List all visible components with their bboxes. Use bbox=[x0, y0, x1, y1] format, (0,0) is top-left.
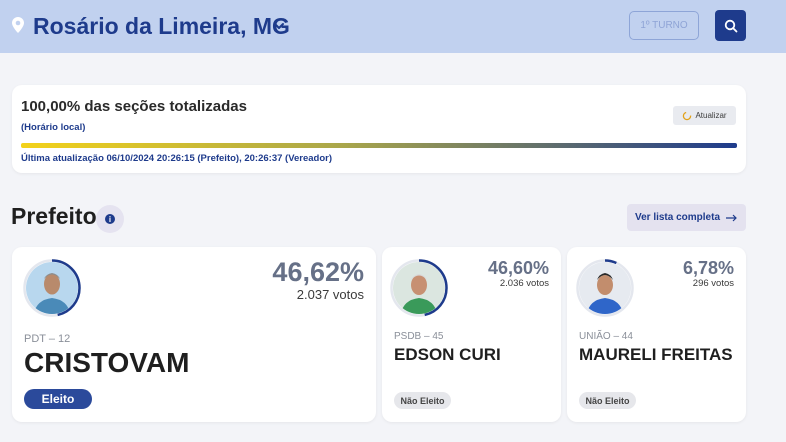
refresh-button[interactable]: Atualizar bbox=[673, 106, 736, 125]
chevron-down-icon[interactable] bbox=[272, 19, 286, 33]
last-update-text: Última atualização 06/10/2024 20:26:15 (… bbox=[21, 153, 333, 164]
candidate-photo bbox=[393, 262, 445, 314]
refresh-icon bbox=[683, 111, 692, 120]
vote-count: 2.037 votos bbox=[296, 287, 364, 302]
candidate-card[interactable]: 46,62% 2.037 votos PDT – 12 CRISTOVAM El… bbox=[12, 247, 376, 422]
not-elected-badge: Não Eleito bbox=[579, 392, 636, 409]
refresh-label: Atualizar bbox=[695, 111, 727, 120]
vote-percentage: 46,62% bbox=[272, 257, 364, 287]
candidate-name: CRISTOVAM bbox=[24, 347, 190, 378]
top-header: Rosário da Limeira, MG 1º TURNO bbox=[0, 0, 786, 53]
full-list-label: Ver lista completa bbox=[634, 212, 721, 223]
not-elected-badge: Não Eleito bbox=[394, 392, 451, 409]
status-timezone-note: (Horário local) bbox=[21, 122, 86, 133]
full-list-button[interactable]: Ver lista completa bbox=[627, 204, 746, 231]
location-pin-icon bbox=[12, 17, 24, 33]
search-button[interactable] bbox=[715, 10, 746, 41]
vote-percentage: 46,60% bbox=[487, 258, 549, 278]
candidate-photo bbox=[26, 262, 78, 314]
party-number: UNIÃO – 44 bbox=[579, 331, 633, 342]
party-number: PSDB – 45 bbox=[394, 331, 444, 342]
round-button[interactable]: 1º TURNO bbox=[629, 11, 699, 40]
elected-badge: Eleito bbox=[24, 389, 92, 409]
candidate-card[interactable]: 46,60% 2.036 votos PSDB – 45 EDSON CURI … bbox=[382, 247, 561, 422]
vote-count: 2.036 votos bbox=[499, 278, 549, 289]
candidate-name: EDSON CURI bbox=[394, 345, 501, 364]
search-icon bbox=[724, 19, 737, 32]
candidate-name: MAURELI FREITAS bbox=[579, 345, 733, 364]
info-button[interactable]: i bbox=[96, 205, 124, 233]
status-title: 100,00% das seções totalizadas bbox=[21, 98, 247, 115]
vote-count: 296 votos bbox=[692, 278, 734, 289]
party-number: PDT – 12 bbox=[24, 333, 71, 345]
city-title[interactable]: Rosário da Limeira, MG bbox=[33, 11, 290, 41]
arrow-right-icon bbox=[726, 214, 737, 221]
candidate-photo bbox=[579, 262, 631, 314]
totalization-status-card: 100,00% das seções totalizadas (Horário … bbox=[12, 85, 746, 173]
candidate-card[interactable]: 6,78% 296 votos UNIÃO – 44 MAURELI FREIT… bbox=[567, 247, 746, 422]
section-title: Prefeito bbox=[11, 203, 97, 229]
totalization-progress-bar bbox=[21, 143, 737, 148]
info-icon: i bbox=[105, 214, 115, 224]
vote-percentage: 6,78% bbox=[682, 258, 734, 278]
